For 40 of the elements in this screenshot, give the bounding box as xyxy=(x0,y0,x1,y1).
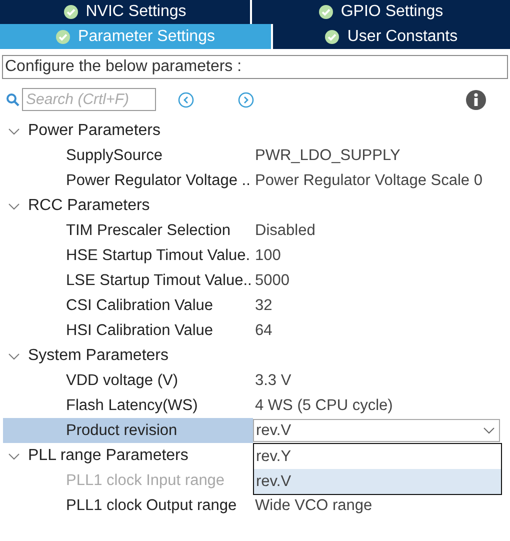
check-circle-icon xyxy=(56,30,70,44)
parameter-label[interactable]: TIM Prescaler Selection xyxy=(3,218,253,243)
settings-tab[interactable]: NVIC Settings xyxy=(0,0,250,24)
check-circle-icon xyxy=(318,5,333,19)
parameter-label[interactable]: CSI Calibration Value xyxy=(3,293,253,318)
group-label: PLL range Parameters xyxy=(28,446,188,464)
check-circle-icon xyxy=(64,5,78,19)
search-icon xyxy=(6,92,20,106)
parameter-value: 4 WS (5 CPU cycle) xyxy=(255,396,393,414)
parameter-label[interactable]: LSE Startup Timout Value.. xyxy=(3,268,253,293)
info-icon[interactable] xyxy=(466,90,486,110)
parameter-value: 64 xyxy=(255,322,272,340)
parameter-value: 32 xyxy=(255,296,272,314)
parameter-value: Power Regulator Voltage Scale 0 xyxy=(255,172,482,190)
settings-tab[interactable]: GPIO Settings xyxy=(252,0,510,24)
parameter-value: Wide VCO range xyxy=(255,496,372,514)
parameter-value: 100 xyxy=(255,246,281,264)
parameter-label[interactable]: HSE Startup Timout Value. xyxy=(3,243,253,268)
parameter-label[interactable]: SupplySource xyxy=(3,143,253,168)
parameter-label[interactable]: Power Regulator Voltage .. xyxy=(3,168,253,193)
chevron-down-icon xyxy=(483,426,495,434)
settings-tab[interactable]: User Constants xyxy=(273,24,510,49)
group-label: RCC Parameters xyxy=(28,196,150,214)
parameter-value: PWR_LDO_SUPPLY xyxy=(255,146,400,164)
dropdown-option[interactable]: rev.V xyxy=(254,469,501,494)
instructions-text: Configure the below parameters : xyxy=(2,55,508,79)
previous-icon[interactable] xyxy=(178,92,194,108)
check-circle-icon xyxy=(325,30,340,44)
parameter-value: 5000 xyxy=(255,272,290,290)
group-label: System Parameters xyxy=(28,346,168,364)
next-icon[interactable] xyxy=(238,92,254,108)
parameter-label[interactable]: HSI Calibration Value xyxy=(3,318,253,343)
parameter-label[interactable]: Product revision xyxy=(3,418,253,443)
parameter-value: Disabled xyxy=(255,222,316,240)
parameter-label[interactable]: PLL1 clock Output range xyxy=(3,493,253,518)
search-field[interactable]: Search (Crtl+F) xyxy=(22,88,156,111)
group-label: Power Parameters xyxy=(28,122,160,140)
parameter-label[interactable]: Flash Latency(WS) xyxy=(3,393,253,418)
parameter-label[interactable]: VDD voltage (V) xyxy=(3,368,253,393)
parameter-value: 3.3 V xyxy=(255,372,292,390)
